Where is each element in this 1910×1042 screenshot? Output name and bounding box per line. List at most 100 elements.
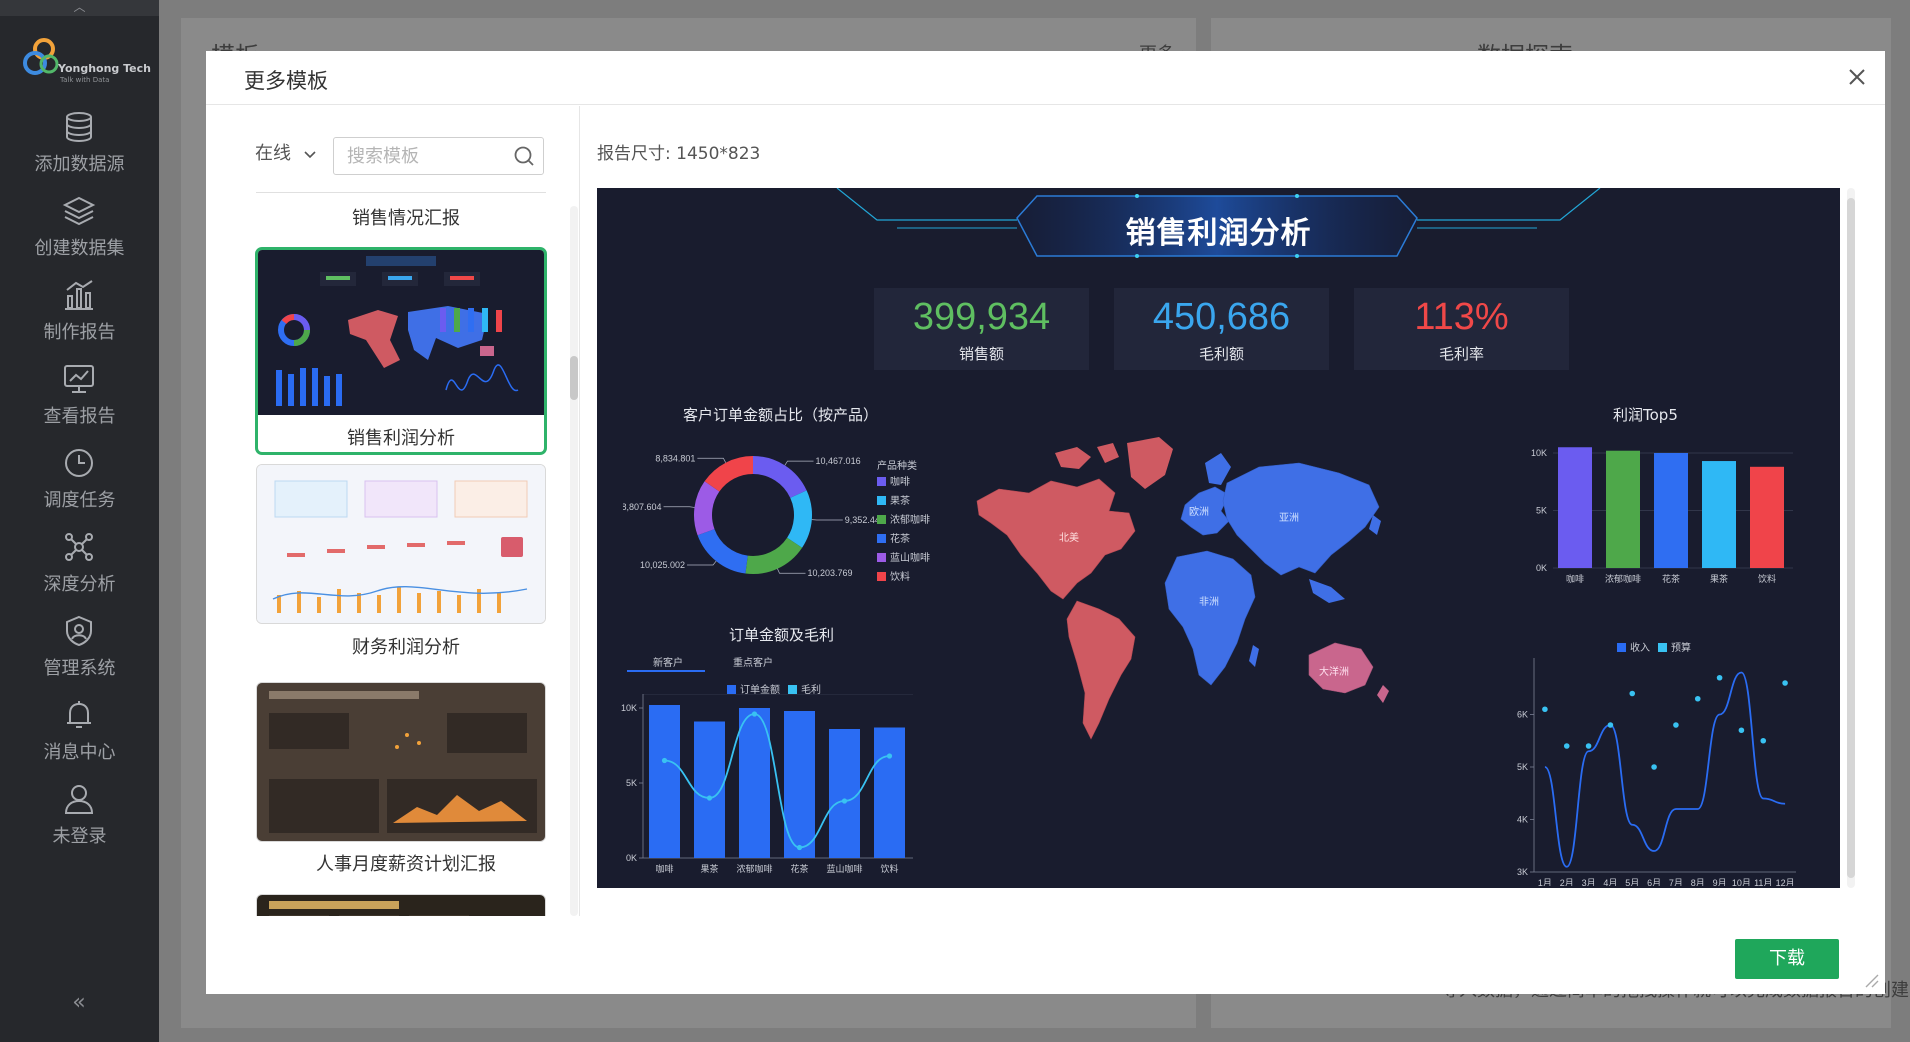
scrollbar-thumb[interactable] — [1847, 198, 1855, 878]
layers-icon — [62, 196, 96, 226]
dialog-header: 更多模板 — [206, 51, 1885, 105]
budget-point — [1738, 727, 1745, 734]
brand-logo: Yonghong Tech Talk with Data — [22, 36, 151, 86]
list-scrollbar[interactable] — [570, 206, 578, 916]
template-thumbnail[interactable] — [256, 894, 546, 916]
nav-item-admin[interactable]: 管理系统 — [0, 606, 159, 690]
list-divider — [256, 192, 546, 193]
legend-swatch — [877, 515, 886, 524]
map-label-north-america: 北美 — [1059, 531, 1079, 544]
template-thumbnail[interactable] — [256, 464, 546, 624]
y-tick-label: 6K — [1517, 710, 1528, 720]
template-list-pane: 在线 销售情况汇报 — [206, 106, 580, 916]
donut-value-label: 10,203.769 — [808, 568, 853, 578]
template-thumbnail — [258, 250, 544, 415]
donut-value-label: 10,467.016 — [816, 456, 861, 466]
source-select[interactable]: 在线 — [255, 139, 321, 169]
nav-item-schedule[interactable]: 调度任务 — [0, 438, 159, 522]
kpi-value: 399,934 — [912, 296, 1051, 338]
template-label: 销售利润分析 — [347, 428, 455, 449]
user-icon — [64, 785, 94, 814]
close-icon[interactable] — [1843, 63, 1871, 91]
order-bar-line-chart: 0K 5K 10K 咖啡 果茶 浓郁咖啡 花茶 蓝山咖啡 饮料 — [621, 694, 913, 874]
preview-scrollbar[interactable] — [1847, 188, 1855, 888]
budget-point — [1694, 695, 1701, 702]
template-label[interactable]: 财务利润分析 — [256, 633, 556, 659]
x-tick-label: 浓郁咖啡 — [736, 863, 772, 874]
profit-point — [661, 757, 668, 764]
x-tick-label: 花茶 — [790, 863, 808, 874]
x-tick-label: 咖啡 — [655, 863, 673, 874]
dashboard-title: 销售利润分析 — [1125, 216, 1312, 251]
legend-swatch — [877, 572, 886, 581]
nav-item-create-dataset[interactable]: 创建数据集 — [0, 186, 159, 270]
bar — [739, 708, 770, 858]
preview-dashboard: 销售利润分析 399,934 销售额 450,686 毛利额 113% 毛利率 … — [597, 188, 1840, 888]
budget-point — [1563, 743, 1570, 749]
chevron-up-icon[interactable]: ︿ — [0, 0, 159, 16]
y-tick-label: 0K — [626, 853, 637, 863]
y-tick-label: 10K — [621, 703, 637, 713]
budget-point — [1542, 706, 1548, 713]
scrollbar-thumb[interactable] — [570, 356, 578, 400]
nav-label: 深度分析 — [43, 574, 116, 595]
tab-key-customers[interactable]: 重点客户 — [733, 654, 773, 669]
x-tick-label: 饮料 — [880, 863, 898, 874]
nav-item-login[interactable]: 未登录 — [0, 774, 159, 858]
logo-name: Yonghong Tech — [58, 62, 151, 75]
x-tick-label: 6月 — [1647, 878, 1661, 886]
legend-swatch — [727, 685, 736, 694]
profit-point — [796, 844, 803, 851]
y-tick-label: 5K — [1517, 762, 1528, 772]
more-templates-dialog: 更多模板 在线 销售情况汇报 — [206, 51, 1885, 994]
template-preview-pane: 报告尺寸: 1450*823 销售利润分析 399,934 销售额 450,68… — [581, 106, 1885, 916]
order-chart-tabs: 新客户 重点客户 — [627, 650, 887, 672]
nav-label: 管理系统 — [43, 658, 116, 679]
collapse-sidebar-icon[interactable]: « — [62, 990, 96, 1020]
kpi-value: 113% — [1414, 296, 1509, 338]
kpi-gross-profit: 450,686 毛利额 — [1114, 288, 1329, 370]
nav-item-view-report[interactable]: 查看报告 — [0, 354, 159, 438]
top5-bar-chart: 0K 5K 10K 咖啡 浓郁咖啡 花茶 果茶 饮料 — [1531, 447, 1793, 584]
y-tick-label: 0K — [1536, 563, 1547, 573]
download-button[interactable]: 下载 — [1735, 939, 1839, 979]
donut-leader-line — [697, 457, 727, 463]
nav-item-messages[interactable]: 消息中心 — [0, 690, 159, 774]
donut-legend-title: 产品种类 — [877, 461, 917, 472]
budget-point — [1651, 764, 1657, 770]
legend-label: 饮料 — [890, 572, 910, 583]
donut-value-label: 8,807.604 — [623, 502, 662, 512]
legend-label: 咖啡 — [890, 477, 910, 488]
nav-item-add-datasource[interactable]: 添加数据源 — [0, 102, 159, 186]
search-input[interactable] — [335, 139, 505, 173]
x-tick-label: 10月 — [1732, 878, 1751, 886]
x-tick-label: 果茶 — [1710, 573, 1728, 584]
template-thumbnail-finance — [257, 465, 545, 623]
bar — [1750, 466, 1784, 568]
template-label[interactable]: 人事月度薪资计划汇报 — [256, 850, 556, 876]
x-tick-label: 11月 — [1754, 878, 1772, 886]
budget-point — [1585, 743, 1592, 749]
resize-handle-icon[interactable] — [1864, 973, 1880, 989]
template-label[interactable]: 销售情况汇报 — [256, 204, 556, 230]
template-thumbnail[interactable] — [256, 682, 546, 842]
kpi-sales: 399,934 销售额 — [874, 288, 1089, 370]
legend-label: 浓郁咖啡 — [890, 515, 930, 526]
nav-item-make-report[interactable]: 制作报告 — [0, 270, 159, 354]
template-card-selected[interactable]: 销售利润分析 — [255, 247, 547, 455]
tab-new-customers[interactable]: 新客户 — [653, 654, 683, 669]
legend-item: 浓郁咖啡 — [877, 511, 930, 526]
map-canada-islands — [1055, 443, 1119, 469]
budget-point — [1782, 680, 1788, 686]
nav-label: 创建数据集 — [34, 238, 125, 259]
x-tick-label: 1月 — [1538, 878, 1552, 886]
legend-swatch — [877, 477, 886, 486]
logo-rings-icon — [23, 38, 59, 75]
bar — [874, 727, 905, 858]
map-label-europe: 欧洲 — [1189, 506, 1209, 518]
nav-item-deep-analysis[interactable]: 深度分析 — [0, 522, 159, 606]
x-tick-label: 花茶 — [1662, 573, 1680, 584]
nav-label: 查看报告 — [43, 406, 116, 427]
donut-title: 客户订单金额占比（按产品） — [683, 406, 879, 424]
search-icon[interactable] — [513, 145, 535, 167]
